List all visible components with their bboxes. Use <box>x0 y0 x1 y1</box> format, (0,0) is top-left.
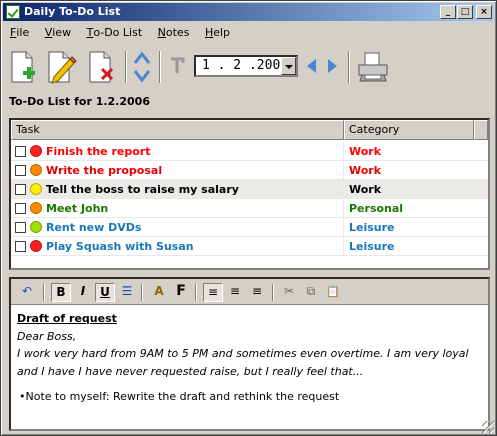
notes-line: I work very hard from 9AM to 5 PM and so… <box>17 347 469 360</box>
table-row[interactable]: Write the proposal Work <box>11 161 488 180</box>
priority-dot-icon <box>30 164 42 176</box>
format-toolbar: ↶ B I U ☰ A F ≡ ≡ ≡ ✂ ⧉ 📋 <box>11 279 488 305</box>
table-row[interactable]: Play Squash with Susan Leisure <box>11 237 488 256</box>
menu-todo-list[interactable]: To-Do List <box>81 24 149 41</box>
notes-editor: ↶ B I U ☰ A F ≡ ≡ ≡ ✂ ⧉ 📋 Draft of reque… <box>9 277 490 431</box>
task-category: Leisure <box>349 221 395 234</box>
menu-help[interactable]: Help <box>199 24 236 41</box>
italic-button[interactable]: I <box>73 283 93 302</box>
menu-bar: File View To-Do List Notes Help <box>4 24 236 42</box>
toolbar-separator <box>159 51 161 83</box>
print-icon[interactable] <box>356 49 390 85</box>
task-checkbox[interactable] <box>15 203 26 214</box>
toolbar-separator <box>348 51 350 83</box>
today-icon[interactable] <box>168 57 188 75</box>
task-name: Meet John <box>46 202 109 215</box>
format-separator <box>272 284 274 301</box>
task-checkbox[interactable] <box>15 222 26 233</box>
date-value: 1 . 2 .2006 <box>202 58 289 73</box>
copy-icon[interactable]: ⧉ <box>301 283 321 302</box>
column-header-category[interactable]: Category <box>344 120 474 140</box>
align-center-icon[interactable]: ≡ <box>225 283 245 302</box>
task-category: Work <box>349 145 382 158</box>
move-up-icon[interactable] <box>132 49 152 67</box>
paste-icon[interactable]: 📋 <box>323 283 343 302</box>
task-table: Task Category Finish the report Work Write… <box>9 118 490 270</box>
table-row[interactable]: Meet John Personal <box>11 199 488 218</box>
title-bar[interactable]: Daily To-Do List _ □ × <box>3 3 494 21</box>
menu-file[interactable]: File <box>4 24 35 41</box>
minimize-button[interactable]: _ <box>440 5 456 19</box>
task-category: Work <box>349 164 382 177</box>
column-divider <box>343 199 344 218</box>
priority-dot-icon <box>30 240 42 252</box>
table-row[interactable]: Finish the report Work <box>11 142 488 161</box>
date-picker[interactable]: 1 . 2 .2006 <box>194 55 298 77</box>
table-row[interactable]: Rent new DVDs Leisure <box>11 218 488 237</box>
column-divider <box>343 237 344 256</box>
move-down-icon[interactable] <box>132 67 152 85</box>
priority-dot-icon <box>30 145 42 157</box>
task-checkbox[interactable] <box>15 241 26 252</box>
main-window: Daily To-Do List _ □ × File View To-Do L… <box>0 0 497 436</box>
task-name: Rent new DVDs <box>46 221 142 234</box>
task-name: Play Squash with Susan <box>46 240 194 253</box>
app-checkmark-icon <box>6 5 20 19</box>
style-icon[interactable]: A <box>149 283 169 302</box>
column-divider <box>343 142 344 161</box>
format-separator <box>141 284 143 301</box>
notes-text-area[interactable]: Draft of request Dear Boss, I work very … <box>11 306 488 429</box>
bullets-icon[interactable]: ☰ <box>117 283 137 302</box>
cut-icon[interactable]: ✂ <box>279 283 299 302</box>
priority-dot-icon <box>30 202 42 214</box>
new-task-icon[interactable] <box>6 49 40 85</box>
previous-day-icon[interactable] <box>304 57 320 75</box>
column-header-filler <box>474 120 488 140</box>
task-checkbox[interactable] <box>15 184 26 195</box>
column-divider <box>343 161 344 180</box>
maximize-button[interactable]: □ <box>457 5 473 19</box>
task-category: Personal <box>349 202 404 215</box>
edit-task-icon[interactable] <box>44 49 78 85</box>
format-separator <box>195 284 197 301</box>
notes-blank-line <box>17 380 482 388</box>
undo-icon[interactable]: ↶ <box>17 283 37 302</box>
task-name: Finish the report <box>46 145 151 158</box>
menu-notes[interactable]: Notes <box>152 24 196 41</box>
chevron-down-icon[interactable] <box>281 57 296 75</box>
delete-task-icon[interactable] <box>84 49 118 85</box>
toolbar: 1 . 2 .2006 <box>4 45 494 91</box>
priority-dot-icon <box>30 183 42 195</box>
underline-button[interactable]: U <box>95 283 115 302</box>
task-checkbox[interactable] <box>15 165 26 176</box>
resize-grip[interactable] <box>482 421 494 433</box>
align-left-icon[interactable]: ≡ <box>203 283 223 302</box>
priority-dot-icon <box>30 221 42 233</box>
task-name: Write the proposal <box>46 164 163 177</box>
notes-bullet: •Note to myself: Rewrite the draft and r… <box>19 390 340 403</box>
column-header-task[interactable]: Task <box>11 120 344 140</box>
notes-line: and I have I have never requested raise,… <box>17 364 364 378</box>
column-divider <box>343 218 344 237</box>
close-button[interactable]: × <box>476 5 492 19</box>
task-category: Leisure <box>349 240 395 253</box>
list-heading: To-Do List for 1.2.2006 <box>9 95 150 108</box>
task-checkbox[interactable] <box>15 146 26 157</box>
table-row[interactable]: Tell the boss to raise my salary Work <box>11 180 488 199</box>
notes-line: Dear Boss, <box>17 329 77 343</box>
window-title: Daily To-Do List <box>24 5 121 18</box>
menu-view[interactable]: View <box>39 24 77 41</box>
next-day-icon[interactable] <box>324 57 340 75</box>
task-category: Work <box>349 183 382 196</box>
notes-title: Draft of request <box>17 312 117 325</box>
align-right-icon[interactable]: ≡ <box>247 283 267 302</box>
toolbar-separator <box>125 51 127 83</box>
font-icon[interactable]: F <box>171 283 191 302</box>
format-separator <box>43 284 45 301</box>
bold-button[interactable]: B <box>51 283 71 302</box>
task-name: Tell the boss to raise my salary <box>46 183 239 196</box>
column-divider <box>343 180 344 199</box>
